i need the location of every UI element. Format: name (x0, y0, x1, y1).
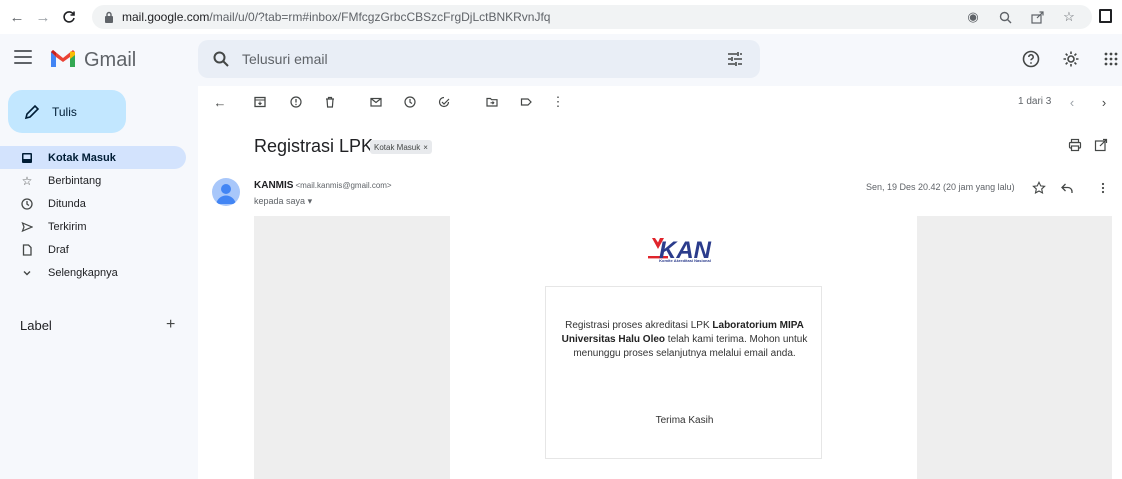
body-side-panel-left (254, 216, 450, 479)
search-bar[interactable] (198, 40, 760, 78)
sidebar-item-inbox[interactable]: Kotak Masuk (0, 146, 186, 169)
pencil-icon (24, 104, 40, 119)
message-toolbar: ← ⋮ 1 dari 3 ‹ › (198, 86, 1122, 118)
sidebar: Tulis Kotak Masuk ☆ Berbintang Ditunda T… (0, 86, 198, 479)
omnibox-actions: ◉ ☆ (964, 8, 1078, 26)
lock-icon (102, 10, 116, 24)
star-icon: ☆ (21, 173, 33, 188)
mark-unread-icon[interactable] (368, 94, 384, 110)
sidebar-item-label: Kotak Masuk (48, 151, 116, 164)
message-thanks: Terima Kasih (655, 415, 714, 426)
sender-avatar[interactable] (212, 178, 240, 206)
search-options-icon[interactable] (726, 50, 744, 68)
back-arrow-icon[interactable]: ← (212, 94, 228, 110)
remove-label-icon[interactable]: × (423, 143, 428, 152)
sidebar-item-label: Ditunda (48, 197, 86, 210)
email-subject: Registrasi LPK (254, 136, 374, 156)
labels-heading: Label (20, 318, 52, 333)
browser-back-icon[interactable]: ← (6, 6, 28, 28)
window-icon[interactable] (1099, 9, 1112, 23)
message-more-icon[interactable] (1096, 181, 1110, 195)
gmail-wordmark: Gmail (84, 49, 137, 71)
address-bar[interactable]: mail.google.com/mail/u/0/?tab=rm#inbox/F… (92, 5, 1092, 29)
browser-forward-icon[interactable]: → (32, 6, 54, 28)
compose-label: Tulis (52, 104, 77, 119)
sidebar-item-label: Berbintang (48, 174, 102, 187)
zoom-icon[interactable] (996, 8, 1014, 26)
sidebar-item-more[interactable]: Selengkapnya (0, 261, 186, 284)
browser-toolbar: ← → mail.google.com/mail/u/0/?tab=rm#inb… (0, 0, 1122, 34)
search-icon[interactable] (212, 50, 230, 68)
sender-email: <mail.kanmis@gmail.com> (295, 181, 392, 190)
compose-button[interactable]: Tulis (8, 90, 126, 133)
gmail-logo-icon[interactable] (50, 48, 76, 70)
inbox-label-chip[interactable]: Kotak Masuk × (370, 140, 432, 154)
gmail-header: Gmail (0, 34, 1122, 86)
delete-trash-icon[interactable] (322, 94, 338, 110)
settings-gear-icon[interactable] (1060, 48, 1082, 70)
report-spam-icon[interactable] (288, 94, 304, 110)
browser-reload-icon[interactable] (58, 6, 80, 28)
url-text: mail.google.com/mail/u/0/?tab=rm#inbox/F… (122, 10, 551, 24)
reply-icon[interactable] (1060, 181, 1074, 195)
share-icon[interactable] (1028, 8, 1046, 26)
email-body: KAN Komite Akreditasi Nasional Registras… (254, 216, 1112, 479)
star-email-icon[interactable] (1032, 181, 1046, 195)
main-menu-icon[interactable] (14, 50, 32, 68)
sidebar-item-label: Draf (48, 243, 69, 256)
sidebar-item-drafts[interactable]: Draf (0, 238, 186, 261)
message-text: Registrasi proses akreditasi LPK Laborat… (561, 320, 808, 359)
snooze-clock-icon[interactable] (402, 94, 418, 110)
prev-page-icon[interactable]: ‹ (1064, 94, 1080, 110)
mail-view: ← ⋮ 1 dari 3 ‹ › Registrasi LPK Kotak Ma (198, 86, 1122, 479)
sender-line: KANMIS <mail.kanmis@gmail.com> (254, 180, 392, 191)
next-page-icon[interactable]: › (1096, 94, 1112, 110)
eye-icon[interactable]: ◉ (964, 8, 982, 26)
clock-icon (20, 197, 34, 211)
label-chip-text: Kotak Masuk (374, 142, 421, 152)
sidebar-item-snoozed[interactable]: Ditunda (0, 192, 186, 215)
move-to-folder-icon[interactable] (484, 94, 500, 110)
print-icon[interactable] (1068, 138, 1082, 152)
archive-icon[interactable] (252, 94, 268, 110)
sidebar-item-sent[interactable]: Terkirim (0, 215, 186, 238)
recipient-text: kepada saya (254, 196, 306, 206)
sender-name[interactable]: KANMIS (254, 180, 293, 191)
header-actions (1020, 48, 1122, 70)
more-options-icon[interactable]: ⋮ (550, 94, 566, 110)
label-tag-icon[interactable] (518, 94, 534, 110)
email-date: Sen, 19 Des 20.42 (20 jam yang lalu) (866, 182, 1015, 192)
chevron-down-icon (20, 266, 34, 280)
pagination-count: 1 dari 3 (1018, 96, 1052, 107)
recipient-line[interactable]: kepada saya ▾ (254, 196, 312, 207)
bookmark-star-icon[interactable]: ☆ (1060, 8, 1078, 26)
sidebar-item-label: Terkirim (48, 220, 87, 233)
recipient-dropdown-icon[interactable]: ▾ (308, 196, 313, 206)
help-icon[interactable] (1020, 48, 1042, 70)
message-card: Registrasi proses akreditasi LPK Laborat… (545, 286, 822, 459)
search-input[interactable] (242, 48, 702, 70)
draft-icon (20, 243, 34, 257)
body-side-panel-right (917, 216, 1112, 479)
add-label-button[interactable]: + (166, 316, 175, 334)
send-icon (20, 220, 34, 234)
kan-logo-subtitle: Komite Akreditasi Nasional (659, 258, 711, 263)
inbox-icon (20, 151, 34, 165)
mailbox-nav: Kotak Masuk ☆ Berbintang Ditunda Terkiri… (0, 146, 186, 284)
sidebar-item-label: Selengkapnya (48, 266, 118, 279)
add-task-icon[interactable] (436, 94, 452, 110)
sidebar-item-starred[interactable]: ☆ Berbintang (0, 169, 186, 192)
apps-grid-icon[interactable] (1100, 48, 1122, 70)
open-new-window-icon[interactable] (1094, 138, 1108, 152)
